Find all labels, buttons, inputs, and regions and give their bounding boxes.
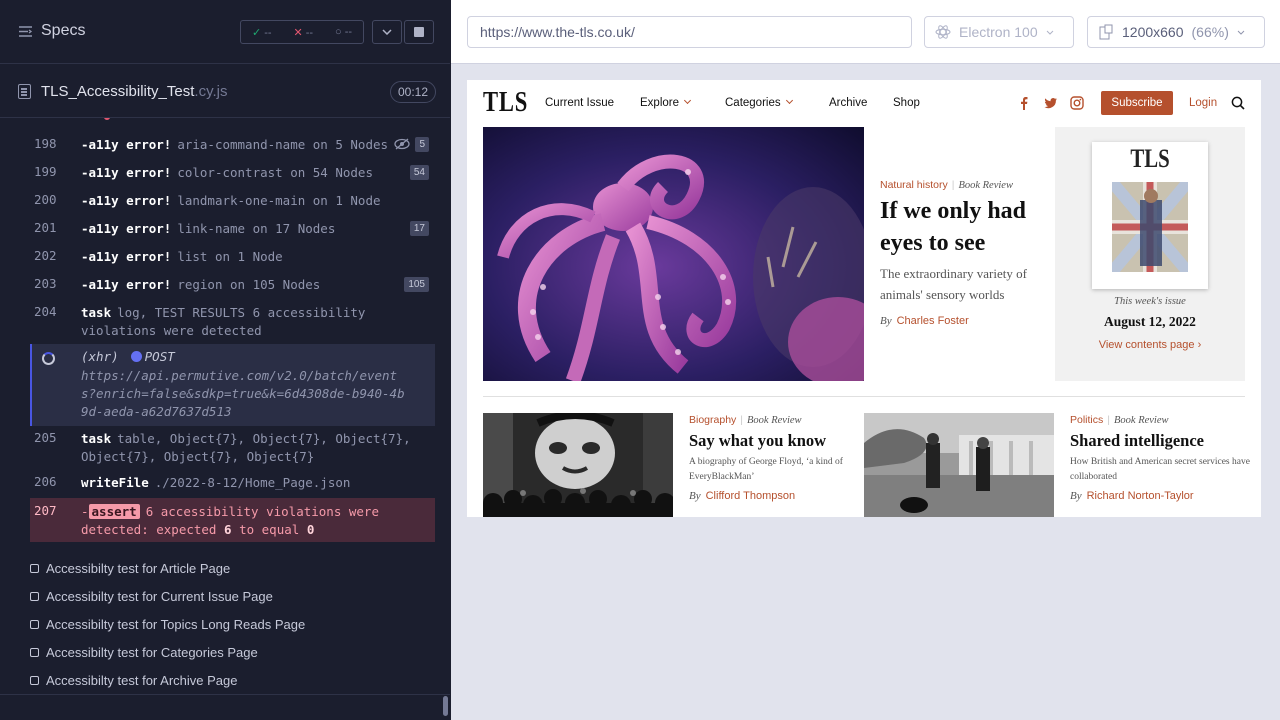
pending-checkbox-icon: [30, 591, 39, 601]
hero-byline: By Charles Foster: [880, 315, 969, 327]
test-item[interactable]: Accessibilty test for Archive Page: [30, 670, 237, 690]
chevron-down-icon: [683, 96, 692, 105]
tls-website-preview: TLS Current Issue Explore Categories Arc…: [467, 80, 1261, 517]
failed-assert-row[interactable]: 207 - assert 6 accessibility violations we…: [30, 498, 435, 542]
twitter-icon[interactable]: [1044, 96, 1058, 110]
test-item[interactable]: Accessibilty test for Article Page: [30, 558, 230, 578]
view-contents-link[interactable]: View contents page ›: [1055, 339, 1245, 351]
issue-label: This week's issue: [1114, 296, 1186, 307]
failed-stat: ✕ --: [293, 26, 314, 39]
x-icon: ✕: [293, 26, 303, 39]
card-image-white-house[interactable]: [864, 413, 1054, 517]
xhr-url: https://api.permutive.com/v2.0/batch/eve…: [81, 368, 405, 419]
spec-file-name[interactable]: TLS_Accessibility_Test.cy.js: [41, 83, 227, 100]
document-icon: [18, 84, 31, 99]
card-dek: How British and American secret services…: [1070, 457, 1250, 482]
specs-toggle-button[interactable]: Specs: [18, 22, 85, 40]
chevron-down-icon: [1046, 30, 1053, 35]
command-log[interactable]: 198 -a11y error! aria-command-name on 5 N…: [30, 118, 435, 543]
cypress-reporter: Specs ✓ -- ✕ -- ○ -- TLS_Accessibility_T…: [0, 0, 450, 720]
pending-dot-icon: [130, 351, 142, 362]
chevron-down-icon: [382, 29, 392, 35]
test-item[interactable]: Accessibilty test for Categories Page: [30, 642, 258, 662]
card-dek: A biography of George Floyd, ‘a kind of …: [689, 457, 843, 482]
error-marker: [104, 118, 110, 120]
test-item[interactable]: Accessibilty test for Current Issue Page: [30, 586, 273, 606]
scrollbar-thumb[interactable]: [443, 696, 448, 716]
reporter-header: Specs ✓ -- ✕ -- ○ --: [0, 0, 450, 64]
section-divider: [483, 396, 1245, 397]
viewport-selector[interactable]: 1200x660 (66%): [1087, 16, 1265, 48]
pending-checkbox-icon: [30, 647, 39, 657]
loading-spinner-icon: [42, 352, 55, 365]
hero-article: Natural history | Book Review If we only h…: [880, 179, 1050, 327]
login-link[interactable]: Login: [1189, 97, 1217, 109]
url-bar[interactable]: https://www.the-tls.co.uk/: [467, 16, 912, 48]
card-article: Biography | Book Review Say what you know …: [689, 414, 869, 502]
xhr-command-row[interactable]: (xhr) POST https://api.permutive.com/v2.0…: [30, 344, 435, 426]
reporter-footer-divider: [0, 694, 450, 695]
viewport-icon: [1099, 24, 1113, 40]
test-item[interactable]: Accessibilty test for Topics Long Reads …: [30, 614, 305, 634]
pending-checkbox-icon: [30, 675, 39, 685]
stop-button[interactable]: [404, 20, 434, 44]
hero-dek: The extraordinary variety of animals' se…: [880, 266, 1027, 302]
assert-tag: assert: [88, 504, 140, 519]
subscribe-button[interactable]: Subscribe: [1101, 91, 1173, 115]
aut-toolbar: https://www.the-tls.co.uk/ Electron 100 …: [451, 0, 1280, 64]
card-headline[interactable]: Say what you know: [689, 431, 869, 451]
instagram-icon[interactable]: [1070, 96, 1084, 110]
passed-stat: ✓ --: [251, 26, 272, 39]
chevron-down-icon: [1237, 30, 1245, 35]
hero-octopus-image[interactable]: [483, 127, 864, 381]
pending-stat: ○ --: [334, 26, 353, 38]
nav-explore[interactable]: Explore: [640, 96, 692, 109]
duration-badge: 00:12: [390, 81, 437, 103]
node-count-badge: 105: [404, 277, 429, 292]
specs-list-icon: [19, 25, 33, 37]
pending-checkbox-icon: [30, 563, 39, 573]
search-icon[interactable]: [1231, 96, 1245, 110]
electron-icon: [935, 25, 951, 39]
node-count-badge: 5: [415, 137, 429, 152]
nav-categories[interactable]: Categories: [725, 96, 793, 109]
check-icon: ✓: [251, 26, 262, 39]
pending-icon: ○: [334, 26, 342, 38]
expand-toggle-button[interactable]: [372, 20, 402, 44]
issue-cover-image[interactable]: TLS: [1092, 142, 1208, 289]
hero-category-line: Natural history | Book Review: [880, 179, 1013, 191]
node-count-badge: 17: [409, 221, 429, 236]
this-weeks-issue-panel: TLS This week's issue August 12, 2022 Vi…: [1055, 127, 1245, 381]
node-count-badge: 54: [409, 165, 429, 180]
eye-slash-icon: [394, 138, 410, 150]
nav-archive[interactable]: Archive: [829, 97, 867, 109]
issue-date: August 12, 2022: [1104, 314, 1196, 329]
facebook-icon[interactable]: [1017, 96, 1031, 110]
stop-icon: [414, 27, 424, 37]
card-article: Politics | Book Review Shared intelligence…: [1070, 414, 1250, 502]
app-under-test-panel: https://www.the-tls.co.uk/ Electron 100 …: [451, 0, 1280, 720]
card-image-george-floyd[interactable]: [483, 413, 673, 517]
nav-current-issue[interactable]: Current Issue: [545, 97, 614, 109]
browser-selector[interactable]: Electron 100: [924, 16, 1074, 48]
chevron-right-icon: ›: [1197, 339, 1202, 351]
spec-file-header: TLS_Accessibility_Test.cy.js 00:12: [0, 64, 450, 118]
test-stats: ✓ -- ✕ -- ○ --: [240, 20, 364, 44]
hero-headline[interactable]: If we only had eyes to see: [880, 195, 1050, 259]
pending-checkbox-icon: [30, 619, 39, 629]
tls-logo[interactable]: TLS: [483, 86, 528, 119]
chevron-down-icon: [785, 96, 793, 105]
nav-shop[interactable]: Shop: [893, 97, 920, 109]
specs-label: Specs: [41, 22, 86, 39]
card-headline[interactable]: Shared intelligence: [1070, 431, 1250, 451]
